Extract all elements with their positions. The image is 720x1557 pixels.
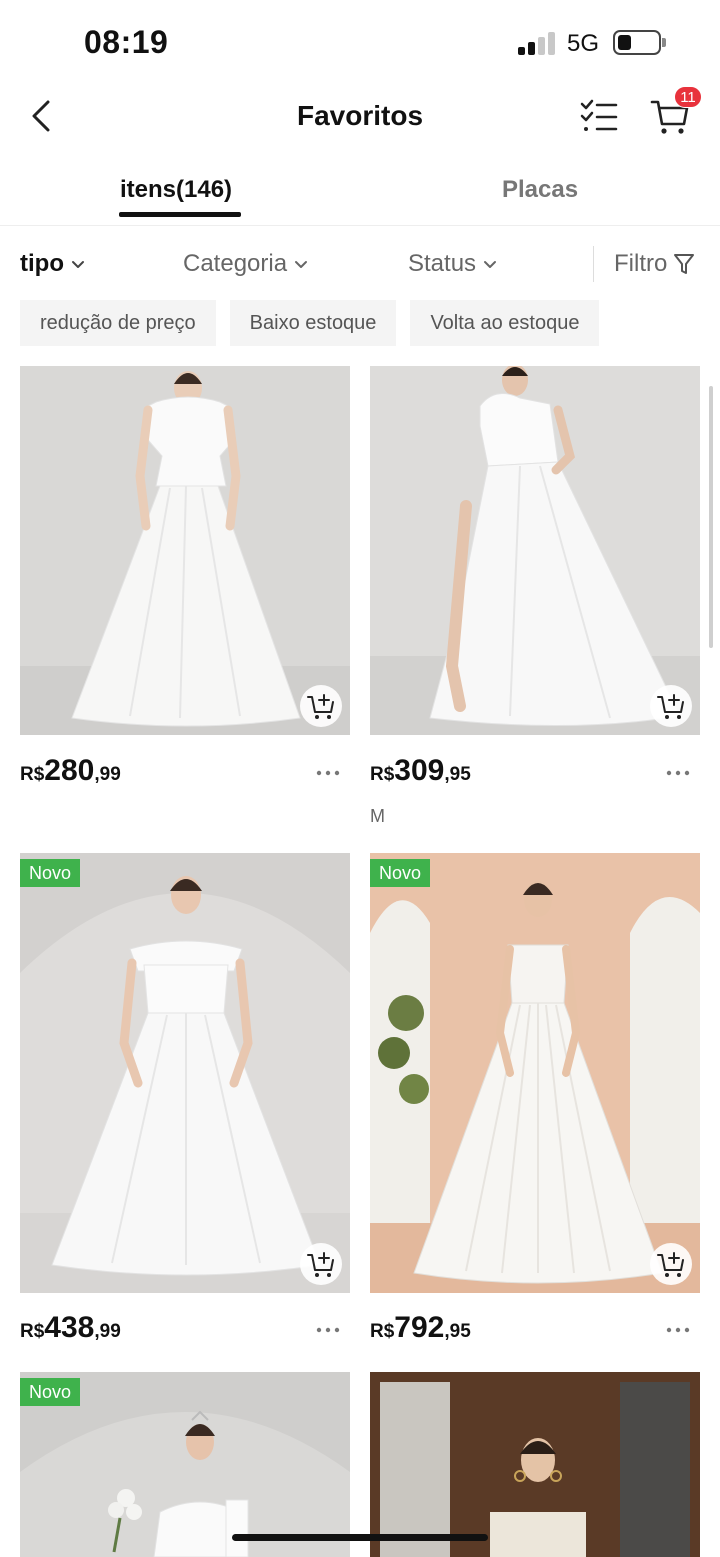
price-decimal: ,99 — [94, 764, 121, 785]
status-bar: 08:19 5G — [0, 0, 720, 84]
active-tab-indicator — [119, 212, 241, 217]
product-image[interactable]: Novo — [20, 1372, 350, 1557]
price-decimal: ,95 — [444, 1321, 471, 1342]
price-integer: 280 — [44, 754, 95, 787]
checklist-icon[interactable] — [578, 96, 620, 136]
chip-low-stock[interactable]: Baixo estoque — [229, 300, 397, 346]
price-currency: R$ — [370, 1321, 395, 1342]
tab-boards[interactable]: Placas — [502, 176, 578, 204]
chevron-down-icon — [484, 261, 497, 268]
product-price: R$309,95 — [370, 754, 471, 788]
product-price: R$280,99 — [20, 754, 121, 788]
product-card[interactable]: Novo R$792,95 — [370, 853, 700, 1353]
more-dots-icon[interactable] — [316, 765, 340, 776]
filter-category[interactable]: Categoria — [183, 250, 309, 278]
more-dots-icon[interactable] — [666, 765, 690, 776]
cellular-signal-icon — [518, 31, 558, 55]
cart-plus-icon[interactable] — [650, 1243, 692, 1285]
battery-icon — [613, 30, 661, 55]
more-dots-icon[interactable] — [666, 1322, 690, 1333]
product-card[interactable]: R$309,95 M — [370, 366, 700, 836]
filter-type[interactable]: tipo — [20, 250, 86, 278]
price-integer: 309 — [394, 754, 445, 787]
filter-button[interactable]: Filtro — [614, 250, 695, 278]
network-type: 5G — [567, 30, 600, 57]
price-integer: 792 — [394, 1311, 445, 1344]
product-size: M — [370, 806, 385, 826]
product-price: R$438,99 — [20, 1311, 121, 1345]
filter-button-label: Filtro — [614, 250, 668, 277]
chevron-down-icon — [295, 261, 308, 268]
product-card[interactable]: R$280,99 — [20, 366, 350, 806]
filter-divider — [593, 246, 594, 282]
filter-status-label: Status — [408, 250, 477, 277]
price-integer: 438 — [44, 1311, 95, 1344]
product-image[interactable]: Novo — [370, 853, 700, 1293]
new-badge: Novo — [20, 1378, 81, 1406]
cart-count-badge: 11 — [674, 86, 702, 108]
filter-category-label: Categoria — [183, 250, 288, 277]
funnel-icon — [674, 254, 695, 274]
product-card[interactable]: Novo — [20, 1372, 350, 1557]
cart-plus-icon[interactable] — [300, 685, 342, 727]
product-price: R$792,95 — [370, 1311, 471, 1345]
product-image[interactable] — [370, 1372, 700, 1557]
tab-bar: itens(146) Placas — [0, 160, 720, 226]
filter-status[interactable]: Status — [408, 250, 498, 278]
chip-price-drop[interactable]: redução de preço — [20, 300, 216, 346]
filter-bar: tipo Categoria Status Filtro — [0, 236, 720, 292]
scrollbar[interactable] — [709, 386, 713, 648]
product-image[interactable] — [370, 366, 700, 735]
product-card[interactable]: Novo R$438,99 — [20, 853, 350, 1353]
filter-type-label: tipo — [20, 250, 64, 277]
product-image[interactable]: Novo — [20, 853, 350, 1293]
cart-plus-icon[interactable] — [300, 1243, 342, 1285]
home-indicator[interactable] — [232, 1534, 488, 1541]
status-time: 08:19 — [84, 24, 169, 60]
price-decimal: ,95 — [444, 764, 471, 785]
header: Favoritos 11 — [0, 84, 720, 150]
new-badge: Novo — [370, 859, 431, 887]
tab-items[interactable]: itens(146) — [120, 176, 232, 204]
price-decimal: ,99 — [94, 1321, 121, 1342]
product-card[interactable] — [370, 1372, 700, 1557]
price-currency: R$ — [20, 764, 45, 785]
cart-plus-icon[interactable] — [650, 685, 692, 727]
chip-back-in-stock[interactable]: Volta ao estoque — [410, 300, 600, 346]
more-dots-icon[interactable] — [316, 1322, 340, 1333]
price-currency: R$ — [20, 1321, 45, 1342]
quick-filter-chips: redução de preço Baixo estoque Volta ao … — [20, 300, 600, 346]
chevron-down-icon — [71, 261, 84, 268]
price-currency: R$ — [370, 764, 395, 785]
battery-tip — [662, 38, 666, 47]
new-badge: Novo — [20, 859, 81, 887]
product-image[interactable] — [20, 366, 350, 735]
